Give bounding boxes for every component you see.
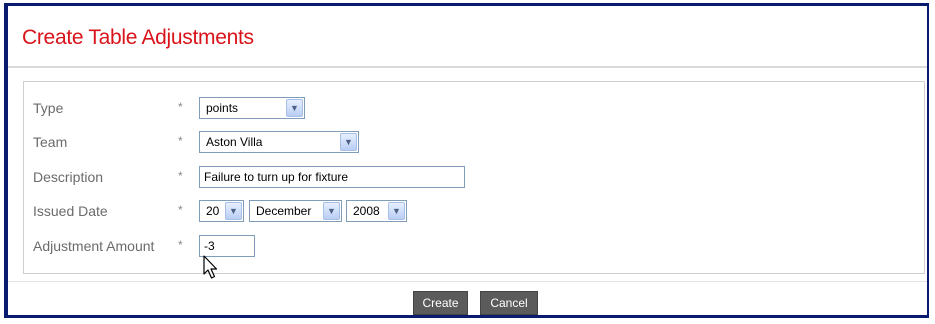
page-window: Create Table Adjustments Type * points ▼… (4, 3, 929, 318)
issued-year-select[interactable]: 2008 ▼ (346, 200, 407, 222)
required-marker: * (178, 169, 183, 183)
type-row: Type * points ▼ (24, 97, 924, 121)
chevron-down-icon[interactable]: ▼ (323, 202, 340, 220)
required-marker: * (178, 203, 183, 217)
type-label: Type (33, 100, 64, 116)
chevron-down-icon[interactable]: ▼ (286, 99, 303, 117)
issued-date-label: Issued Date (33, 203, 108, 219)
required-marker: * (178, 100, 183, 114)
issued-month-select[interactable]: December ▼ (249, 200, 342, 222)
type-select-value: points (206, 101, 239, 115)
team-row: Team * Aston Villa ▼ (24, 131, 924, 155)
description-input-value: Failure to turn up for fixture (204, 170, 349, 184)
issued-day-select[interactable]: 20 ▼ (199, 200, 244, 222)
chevron-down-icon[interactable]: ▼ (388, 202, 405, 220)
description-input[interactable]: Failure to turn up for fixture (199, 166, 465, 188)
required-marker: * (178, 238, 183, 252)
cancel-button[interactable]: Cancel (480, 291, 538, 315)
chevron-down-icon[interactable]: ▼ (225, 202, 242, 220)
adjustment-amount-label: Adjustment Amount (33, 238, 155, 254)
description-label: Description (33, 169, 104, 185)
description-row: Description * Failure to turn up for fix… (24, 166, 924, 190)
team-label: Team (33, 134, 68, 150)
team-select-value: Aston Villa (206, 135, 263, 149)
type-select[interactable]: points ▼ (199, 97, 305, 119)
adjustment-amount-row: Adjustment Amount * -3 (24, 235, 924, 259)
create-button[interactable]: Create (413, 291, 468, 315)
adjustment-amount-input[interactable]: -3 (199, 235, 255, 257)
issued-year-value: 2008 (353, 204, 380, 218)
issued-date-row: Issued Date * 20 ▼ December ▼ 2008 ▼ (24, 200, 924, 224)
mouse-pointer-icon (203, 255, 218, 279)
issued-day-value: 20 (206, 204, 220, 218)
adjustment-amount-value: -3 (204, 239, 215, 253)
issued-month-value: December (256, 204, 312, 218)
title-divider (8, 66, 927, 68)
required-marker: * (178, 134, 183, 148)
page-title: Create Table Adjustments (22, 26, 254, 49)
footer-divider (8, 281, 927, 282)
chevron-down-icon[interactable]: ▼ (340, 133, 357, 151)
adjustment-form: Type * points ▼ Team * Aston Villa ▼ Des… (23, 81, 925, 274)
team-select[interactable]: Aston Villa ▼ (199, 131, 359, 153)
